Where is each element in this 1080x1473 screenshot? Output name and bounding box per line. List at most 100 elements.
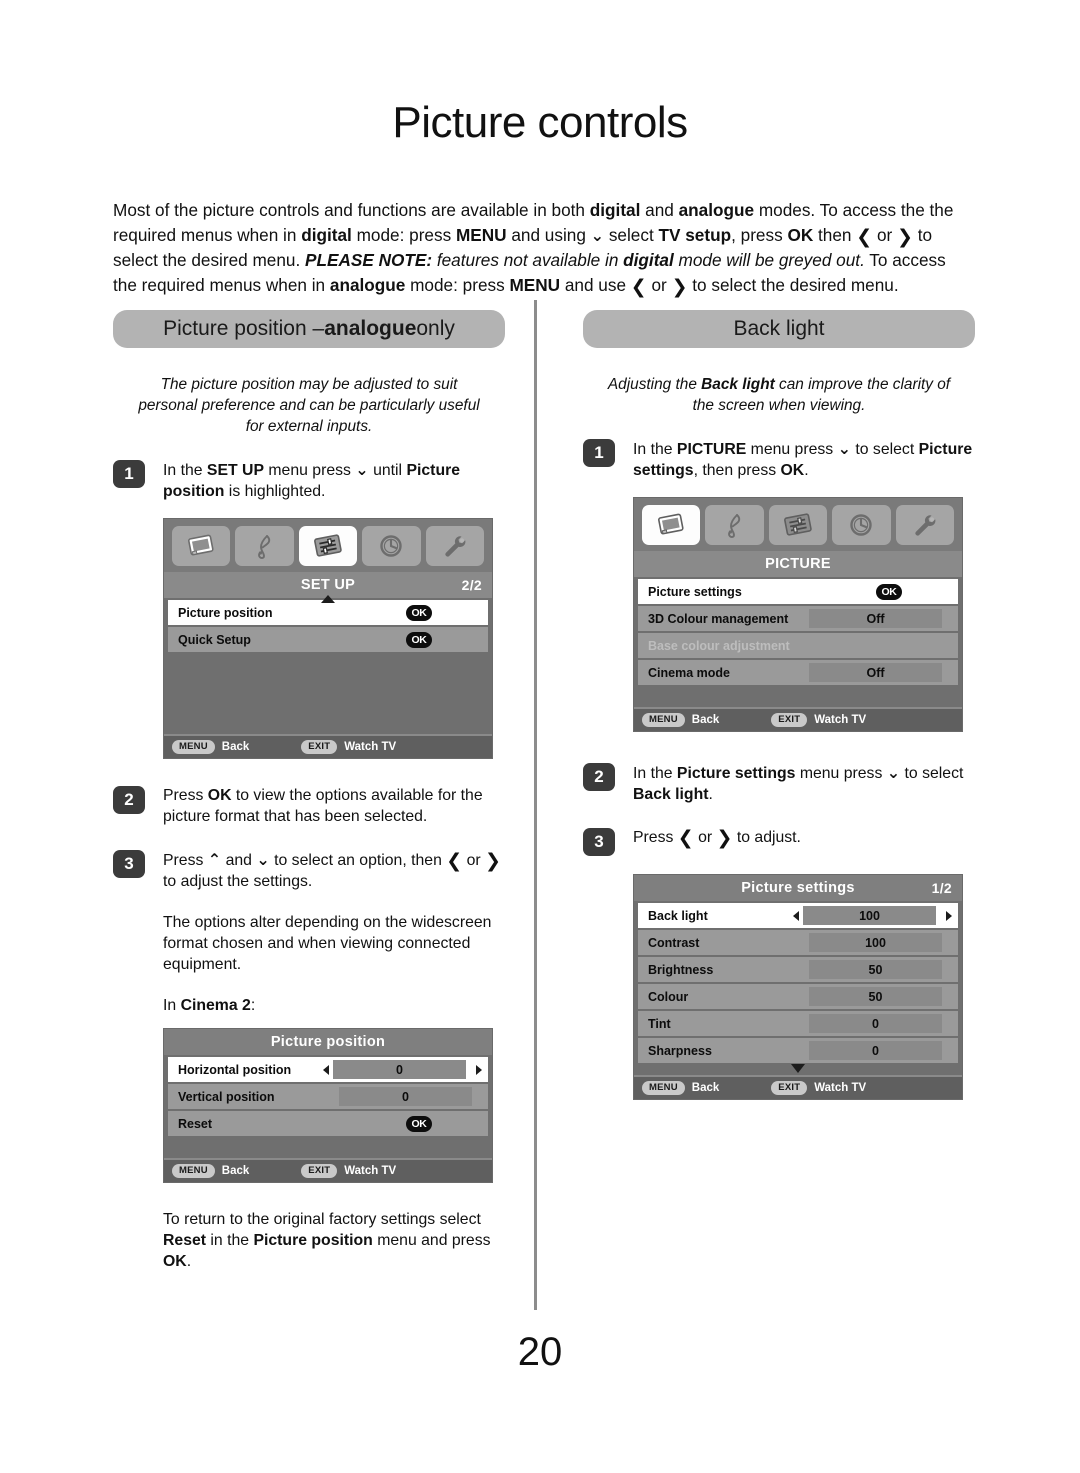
ok-badge-icon: OK xyxy=(406,631,432,648)
setup-icon[interactable] xyxy=(298,526,358,566)
osd-picture-menu: PICTURE Picture settings OK 3D Colour ma… xyxy=(633,497,963,732)
osd-row-sharpness[interactable]: Sharpness 0 xyxy=(638,1038,958,1063)
page-number: 20 xyxy=(517,1330,563,1374)
setup-icon[interactable] xyxy=(768,505,828,545)
step-1-text: In the SET UP menu press ⌄ until Picture… xyxy=(163,459,505,502)
increase-arrow-icon[interactable] xyxy=(476,1064,482,1075)
s3-t2: and xyxy=(221,852,257,869)
menu-key-icon[interactable]: MENU xyxy=(642,1081,685,1095)
decrease-arrow-icon[interactable] xyxy=(323,1064,329,1075)
tools-icon[interactable] xyxy=(425,526,485,566)
osd-empty-space xyxy=(634,687,962,707)
intro-bold-tvsetup: TV setup xyxy=(658,224,732,245)
osd-row-value: Off xyxy=(809,663,942,682)
intro-bold-digital-2: digital xyxy=(301,224,352,245)
osd-row-horizontal-position[interactable]: Horizontal position 0 xyxy=(168,1057,488,1082)
exit-key-icon[interactable]: EXIT xyxy=(771,713,808,727)
rn-b2: Picture position xyxy=(253,1232,373,1249)
step-2-left: 2 Press OK to view the options available… xyxy=(113,785,505,827)
osd-adjust-control[interactable]: 0 xyxy=(319,1060,488,1079)
arrow-right-icon-2: ❯ xyxy=(671,275,688,298)
osd-row-label: Quick Setup xyxy=(178,632,251,647)
exit-key-icon[interactable]: EXIT xyxy=(301,740,338,754)
step-number-badge: 2 xyxy=(583,763,615,791)
osd-row-label: Brightness xyxy=(648,962,714,977)
rn-b3: OK xyxy=(163,1253,187,1270)
arrow-right-icon: ❯ xyxy=(485,850,501,872)
picture-icon[interactable] xyxy=(642,505,701,545)
osd-row-back-light[interactable]: Back light 100 xyxy=(638,903,958,928)
r1-b3: OK xyxy=(780,462,805,479)
step-1-left: 1 In the SET UP menu press ⌄ until Pictu… xyxy=(113,459,505,502)
decrease-arrow-icon[interactable] xyxy=(793,910,799,921)
step-number-badge: 1 xyxy=(583,439,615,467)
osd-icon-bar xyxy=(164,519,492,572)
intro-bold-ok: OK xyxy=(787,224,814,245)
clock-icon[interactable] xyxy=(362,526,421,566)
exit-key-icon[interactable]: EXIT xyxy=(771,1081,808,1095)
osd-row-value: 50 xyxy=(809,960,942,979)
intro-text-13: and use xyxy=(560,274,631,295)
arrow-left-icon: ❮ xyxy=(446,850,463,872)
osd-row-label: Picture position xyxy=(178,605,273,620)
s3-t4: or xyxy=(462,852,486,869)
osd-row-contrast[interactable]: Contrast 100 xyxy=(638,930,958,955)
osd-picture-settings-menu: Picture settings 1/2 Back light 100 Cont… xyxy=(633,874,963,1100)
clock-icon[interactable] xyxy=(832,505,891,545)
cinema-b1: Cinema 2 xyxy=(180,997,251,1014)
tools-icon[interactable] xyxy=(895,505,955,545)
step-3-text: Press ⌃ and ⌄ to select an option, then … xyxy=(163,849,505,892)
osd-row-picture-settings[interactable]: Picture settings OK xyxy=(638,579,958,604)
r1-t3: to select xyxy=(850,441,919,458)
sound-icon[interactable] xyxy=(705,505,764,545)
osd-row-3d-colour-management[interactable]: 3D Colour management Off xyxy=(638,606,958,631)
menu-key-icon[interactable]: MENU xyxy=(172,1164,215,1178)
r2-b1: Picture settings xyxy=(676,765,796,782)
arrow-right-icon: ❯ xyxy=(716,827,733,849)
osd-row-brightness[interactable]: Brightness 50 xyxy=(638,957,958,982)
sound-icon[interactable] xyxy=(235,526,294,566)
intro-text-8: then xyxy=(813,224,857,245)
osd-row-quick-setup[interactable]: Quick Setup OK xyxy=(168,627,488,652)
step-3-left: 3 Press ⌃ and ⌄ to select an option, the… xyxy=(113,849,505,892)
r3-t1: Press xyxy=(633,829,678,846)
menu-key-icon[interactable]: MENU xyxy=(172,740,215,754)
menu-key-icon[interactable]: MENU xyxy=(642,713,685,727)
right-column: Back light Adjusting the Back light can … xyxy=(583,310,975,1100)
intro-text-15: to select the desired menu. xyxy=(687,274,899,295)
osd-row-vertical-position[interactable]: Vertical position 0 xyxy=(168,1084,488,1109)
osd-row-picture-position[interactable]: Picture position OK xyxy=(168,600,488,625)
osd-row-tint[interactable]: Tint 0 xyxy=(638,1011,958,1036)
step-number-badge: 3 xyxy=(583,828,615,856)
s3-t5: to adjust the settings. xyxy=(163,873,313,890)
osd-row-value: 0 xyxy=(339,1087,472,1106)
cinema-t2: : xyxy=(250,997,256,1014)
arrow-down-icon: ⌄ xyxy=(355,460,369,479)
header-text-b: analogue xyxy=(324,317,417,340)
intro-text-12: mode: press xyxy=(405,274,510,295)
osd-picture-position-menu: Picture position Horizontal position 0 V… xyxy=(163,1028,493,1183)
menu-key-label: Back xyxy=(221,741,250,753)
osd-adjust-control[interactable]: 100 xyxy=(789,906,958,925)
osd-empty-space xyxy=(164,654,492,674)
ok-badge-icon: OK xyxy=(876,583,902,600)
s1-t3: until xyxy=(368,462,407,479)
exit-key-label: Watch TV xyxy=(814,1082,867,1094)
header-text-c: only xyxy=(416,317,455,340)
osd-row-label: Cinema mode xyxy=(648,665,730,680)
osd-footer: MENU Back EXIT Watch TV xyxy=(164,1158,492,1182)
osd-icon-bar xyxy=(634,498,962,551)
osd-row-colour[interactable]: Colour 50 xyxy=(638,984,958,1009)
intro-bold-analogue: analogue xyxy=(678,200,755,220)
osd-row-reset[interactable]: Reset OK xyxy=(168,1111,488,1136)
ok-badge-icon: OK xyxy=(406,604,432,621)
exit-key-icon[interactable]: EXIT xyxy=(301,1164,338,1178)
intro-note-head: PLEASE NOTE: xyxy=(305,250,433,271)
menu-key-label: Back xyxy=(221,1165,250,1177)
increase-arrow-icon[interactable] xyxy=(946,910,952,921)
picture-icon[interactable] xyxy=(172,526,231,566)
intro-note-digital: digital xyxy=(623,250,674,271)
osd-row-cinema-mode[interactable]: Cinema mode Off xyxy=(638,660,958,685)
r3-t3: to adjust. xyxy=(732,829,801,846)
osd-row-label: Reset xyxy=(178,1116,213,1131)
